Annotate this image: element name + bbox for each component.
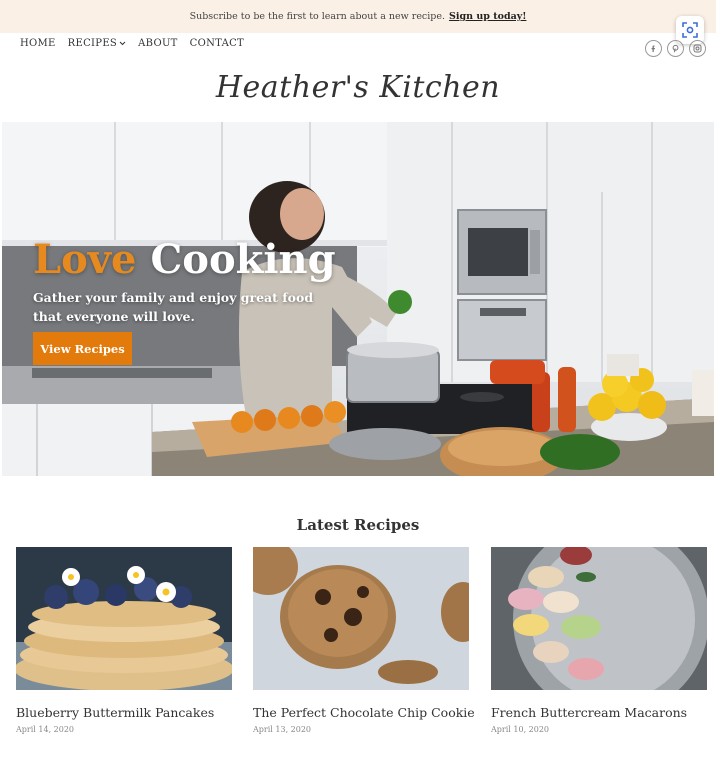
hero-title-accent: Love [33,236,137,283]
announcement-bar: Subscribe to be the first to learn about… [0,0,716,33]
nav-item-contact[interactable]: Contact [190,38,244,49]
macarons-image[interactable] [491,547,707,690]
recipe-title[interactable]: Blueberry Buttermilk Pancakes [16,705,232,720]
announcement-text: Subscribe to be the first to learn about… [189,11,446,22]
main-nav: Home Recipes About Contact [20,38,244,49]
pancakes-image[interactable] [16,547,232,690]
recipe-title[interactable]: The Perfect Chocolate Chip Cookie [253,705,475,720]
recipe-title[interactable]: French Buttercream Macarons [491,705,707,720]
recipe-date: April 13, 2020 [253,725,312,734]
hero-banner: Love Cooking Gather your family and enjo… [2,122,714,476]
latest-recipes-heading: Latest Recipes [296,516,420,534]
instagram-icon[interactable] [689,40,706,57]
nav-item-home[interactable]: Home [20,38,56,49]
cookie-image[interactable] [253,547,469,690]
hero-subtitle: Gather your family and enjoy great food … [33,290,314,324]
recipe-card[interactable]: Blueberry Buttermilk Pancakes April 14, … [16,547,232,734]
social-links [645,40,706,57]
chevron-down-icon [119,41,126,46]
facebook-icon[interactable] [645,40,662,57]
recipe-date: April 10, 2020 [491,725,550,734]
nav-item-recipes[interactable]: Recipes [68,38,126,49]
signup-link[interactable]: Sign up today! [449,11,526,22]
pinterest-icon[interactable] [667,40,684,57]
site-logo[interactable]: Heather's Kitchen [0,70,716,105]
hero-title: Love Cooking [33,236,336,283]
recipe-card[interactable]: The Perfect Chocolate Chip Cookie April … [253,547,475,734]
view-recipes-button[interactable]: View Recipes [33,332,132,365]
recipe-card[interactable]: French Buttercream Macarons April 10, 20… [491,547,707,734]
hero-title-rest: Cooking [150,236,336,283]
recipe-date: April 14, 2020 [16,725,75,734]
nav-item-about[interactable]: About [138,38,178,49]
nav-item-recipes-label: Recipes [67,38,118,49]
